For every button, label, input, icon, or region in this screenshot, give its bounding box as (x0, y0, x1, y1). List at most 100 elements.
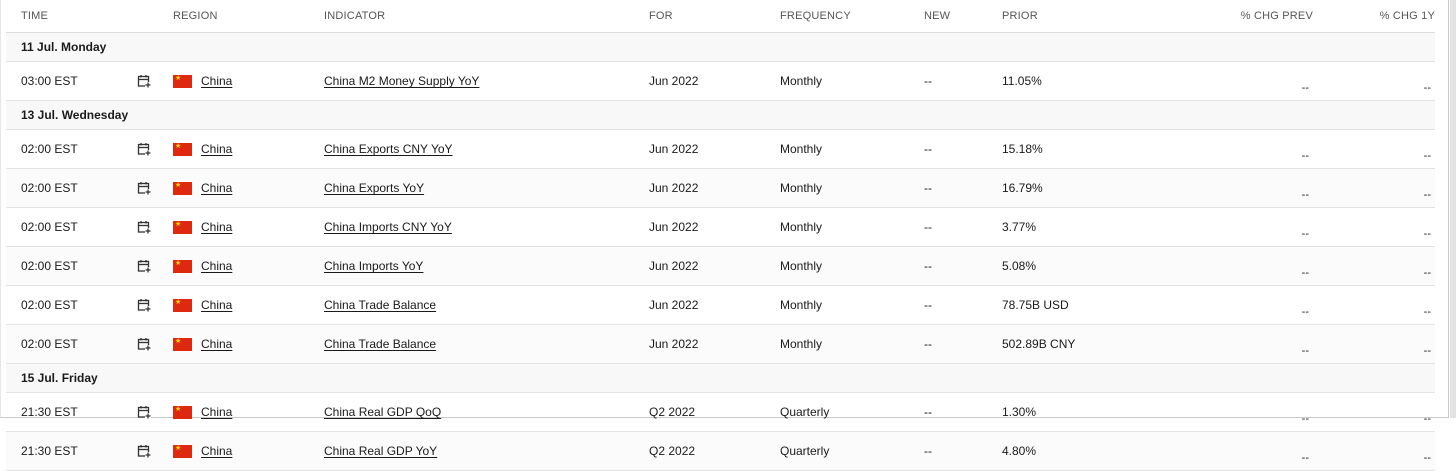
calendar-add-icon[interactable] (137, 220, 151, 235)
add-to-calendar-button[interactable] (137, 207, 173, 247)
calendar-add-icon[interactable] (137, 181, 151, 196)
indicator-link[interactable]: China Real GDP QoQ (324, 405, 441, 419)
add-to-calendar-button[interactable] (137, 168, 173, 208)
indicator-cell: China Trade Balance (324, 324, 649, 364)
col-indicator[interactable]: INDICATOR (324, 0, 649, 33)
indicator-link[interactable]: China Imports CNY YoY (324, 220, 452, 234)
for-cell: Q2 2022 (649, 431, 780, 471)
indicator-cell: China Trade Balance (324, 285, 649, 325)
add-to-calendar-button[interactable] (137, 285, 173, 325)
economic-calendar-table: TIME REGION INDICATOR FOR FREQUENCY NEW … (6, 0, 1435, 471)
indicator-link[interactable]: China Exports CNY YoY (324, 142, 453, 156)
new-cell: -- (924, 285, 1002, 325)
indicator-cell: China Imports YoY (324, 246, 649, 286)
china-flag-icon: ★ (173, 260, 192, 274)
indicator-link[interactable]: China M2 Money Supply YoY (324, 74, 479, 88)
for-cell: Jun 2022 (649, 285, 780, 325)
table-row[interactable]: 21:30 EST ★ China China Real GDP QoQ Q2 2022… (6, 392, 1435, 432)
time-cell: 02:00 EST (6, 324, 137, 364)
chg-prev-cell: -- (1152, 129, 1313, 169)
indicator-link[interactable]: China Imports YoY (324, 259, 423, 273)
prior-cell: 5.08% (1002, 246, 1152, 286)
time-cell: 02:00 EST (6, 246, 137, 286)
scrollbar-thumb[interactable] (1450, 0, 1456, 418)
calendar-add-icon[interactable] (137, 298, 151, 313)
prior-cell: 11.05% (1002, 61, 1152, 101)
add-to-calendar-button[interactable] (137, 61, 173, 101)
time-cell: 02:00 EST (6, 129, 137, 169)
col-prior[interactable]: PRIOR (1002, 0, 1152, 33)
col-time[interactable]: TIME (6, 0, 137, 33)
prior-cell: 3.77% (1002, 207, 1152, 247)
table-row[interactable]: 02:00 EST ★ China China Imports CNY YoY Jun … (6, 207, 1435, 247)
chg-prev-cell: -- (1152, 61, 1313, 101)
col-region[interactable]: REGION (173, 0, 324, 33)
indicator-link[interactable]: China Real GDP YoY (324, 444, 437, 458)
region-link[interactable]: China (201, 444, 232, 458)
chg-1y-cell: -- (1313, 246, 1435, 286)
date-group-row: 13 Jul. Wednesday (6, 100, 1435, 130)
indicator-cell: China Real GDP QoQ (324, 392, 649, 432)
add-to-calendar-button[interactable] (137, 246, 173, 286)
china-flag-icon: ★ (173, 338, 192, 352)
time-cell: 03:00 EST (6, 61, 137, 101)
date-group-label: 11 Jul. Monday (6, 32, 1435, 62)
col-new[interactable]: NEW (924, 0, 1002, 33)
scrollbar[interactable] (1450, 0, 1456, 418)
chg-prev-cell: -- (1152, 207, 1313, 247)
chg-1y-cell: -- (1313, 207, 1435, 247)
add-to-calendar-button[interactable] (137, 431, 173, 471)
region-cell: ★ China (173, 61, 324, 101)
prior-cell: 502.89B CNY (1002, 324, 1152, 364)
col-chg-prev[interactable]: % CHG PREV (1152, 0, 1313, 33)
new-cell: -- (924, 61, 1002, 101)
region-link[interactable]: China (201, 74, 232, 88)
indicator-link[interactable]: China Trade Balance (324, 337, 436, 351)
prior-cell: 16.79% (1002, 168, 1152, 208)
region-link[interactable]: China (201, 142, 232, 156)
indicator-link[interactable]: China Exports YoY (324, 181, 424, 195)
calendar-add-icon[interactable] (137, 405, 151, 420)
table-row[interactable]: 02:00 EST ★ China China Imports YoY Jun 2022… (6, 246, 1435, 286)
calendar-add-icon[interactable] (137, 74, 151, 89)
frequency-cell: Monthly (780, 168, 924, 208)
region-link[interactable]: China (201, 298, 232, 312)
region-cell: ★ China (173, 324, 324, 364)
calendar-add-icon[interactable] (137, 259, 151, 274)
region-link[interactable]: China (201, 220, 232, 234)
col-for[interactable]: FOR (649, 0, 780, 33)
table-row[interactable]: 02:00 EST ★ China China Trade Balance Jun 20… (6, 324, 1435, 364)
add-to-calendar-button[interactable] (137, 129, 173, 169)
china-flag-icon: ★ (173, 75, 192, 89)
region-cell: ★ China (173, 129, 324, 169)
region-cell: ★ China (173, 246, 324, 286)
region-link[interactable]: China (201, 337, 232, 351)
frequency-cell: Quarterly (780, 431, 924, 471)
china-flag-icon: ★ (173, 221, 192, 235)
table-row[interactable]: 03:00 EST ★ China China M2 Money Supply YoY… (6, 61, 1435, 101)
prior-cell: 4.80% (1002, 431, 1152, 471)
for-cell: Jun 2022 (649, 129, 780, 169)
table-row[interactable]: 02:00 EST ★ China China Exports CNY YoY Jun … (6, 129, 1435, 169)
new-cell: -- (924, 392, 1002, 432)
indicator-link[interactable]: China Trade Balance (324, 298, 436, 312)
region-link[interactable]: China (201, 259, 232, 273)
frequency-cell: Quarterly (780, 392, 924, 432)
calendar-add-icon[interactable] (137, 444, 151, 459)
add-to-calendar-button[interactable] (137, 324, 173, 364)
calendar-add-icon[interactable] (137, 142, 151, 157)
new-cell: -- (924, 207, 1002, 247)
region-link[interactable]: China (201, 405, 232, 419)
frequency-cell: Monthly (780, 246, 924, 286)
col-frequency[interactable]: FREQUENCY (780, 0, 924, 33)
table-row[interactable]: 21:30 EST ★ China China Real GDP YoY Q2 2022… (6, 431, 1435, 471)
region-link[interactable]: China (201, 181, 232, 195)
add-to-calendar-button[interactable] (137, 392, 173, 432)
table-row[interactable]: 02:00 EST ★ China China Exports YoY Jun 2022… (6, 168, 1435, 208)
new-cell: -- (924, 168, 1002, 208)
table-row[interactable]: 02:00 EST ★ China China Trade Balance Jun 20… (6, 285, 1435, 325)
col-chg-1y[interactable]: % CHG 1Y (1313, 0, 1435, 33)
chg-1y-cell: -- (1313, 168, 1435, 208)
calendar-add-icon[interactable] (137, 337, 151, 352)
time-cell: 02:00 EST (6, 285, 137, 325)
